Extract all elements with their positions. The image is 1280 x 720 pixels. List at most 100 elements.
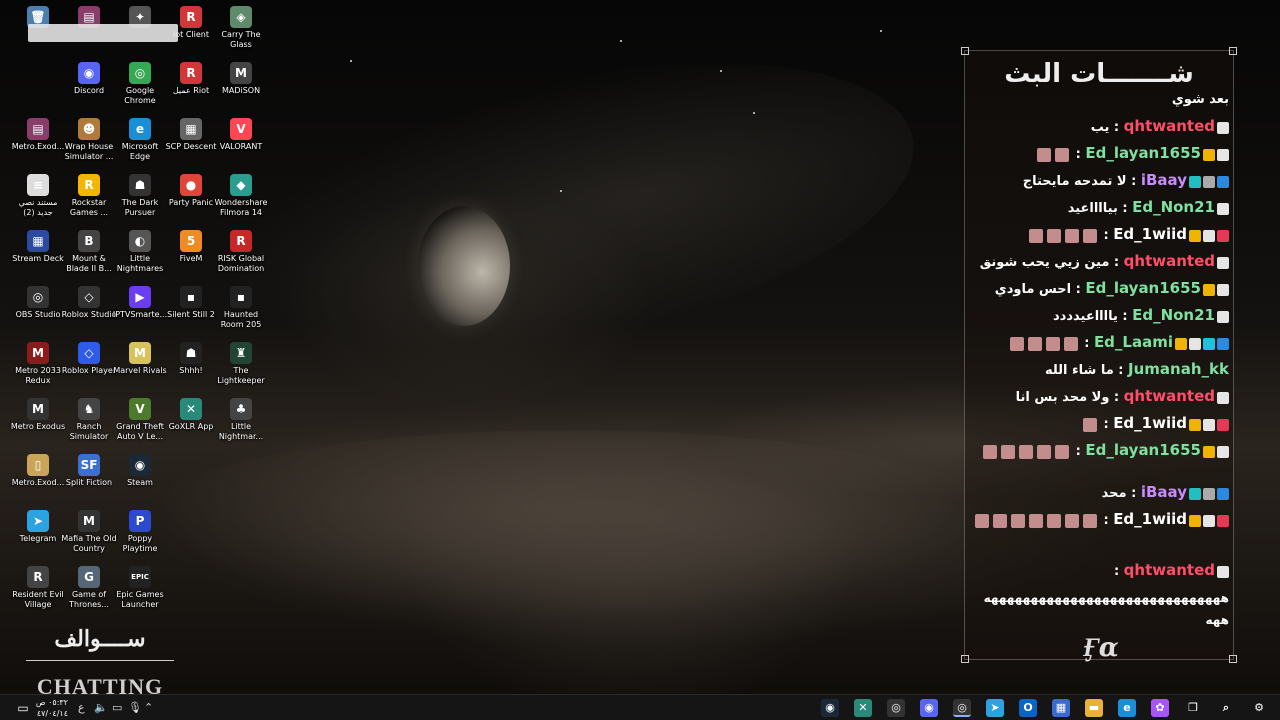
chat-badge-icon [1189,229,1201,242]
desktop-shortcut[interactable]: ◎ Google Chrome [112,62,168,106]
monitor-icon[interactable]: ▭ [112,701,122,715]
split-fiction-icon: SF [78,454,100,476]
desktop-shortcut[interactable]: V VALORANT [213,118,269,152]
chat-text: لا تمدحه مايحتاج [1022,174,1127,189]
desktop-shortcut[interactable]: ✕ GoXLR App [163,398,219,432]
chat-emote-icon [983,444,998,459]
desktop-shortcut[interactable]: e Microsoft Edge [112,118,168,162]
desktop-shortcut[interactable]: ◉ Steam [112,454,168,488]
chat-username[interactable]: qhtwanted [1124,117,1215,135]
desktop-shortcut[interactable]: M Marvel Rivals [112,342,168,376]
chat-username[interactable]: Ed_1wiid [1113,414,1187,432]
desktop-shortcut[interactable]: R عميل Riot [163,62,219,96]
chat-username[interactable]: Ed_Laami [1094,333,1173,351]
desktop-shortcut[interactable]: ◈ Carry The Glass [213,6,269,50]
chat-badge-icon [1217,487,1229,500]
goxlr-taskbar-icon[interactable]: ✕ [854,699,872,717]
goxlr-icon: ✕ [180,398,202,420]
desktop-shortcut-label: The Lightkeeper [217,366,265,385]
chevron-up-icon[interactable]: ⌃ [144,701,153,715]
desktop-shortcut-label: Metro.Exod... [11,478,65,487]
chrome-taskbar-icon[interactable]: ◎ [953,699,971,717]
notification-icon[interactable]: ▭ [14,699,32,717]
desktop-shortcut[interactable]: ▯ Metro.Exod... [10,454,66,488]
chat-username[interactable]: Ed_1wiid [1113,510,1187,528]
chat-message: Ed_1wiid : [973,414,1229,434]
telegram-icon: ➤ [27,510,49,532]
telegram-taskbar-icon[interactable]: ➤ [986,699,1004,717]
chat-username[interactable]: iBaay [1141,171,1187,189]
microphone-icon[interactable]: 🎙 [128,701,142,715]
desktop-shortcut[interactable]: ☗ The Dark Pursuer [112,174,168,218]
desktop-shortcut[interactable]: M MADiSON [213,62,269,96]
desktop-shortcut[interactable]: ▦ SCP Descent [163,118,219,152]
chat-username[interactable]: qhtwanted [1124,561,1215,579]
chat-username[interactable]: qhtwanted [1124,387,1215,405]
desktop-shortcut[interactable]: ≡ مستند نصي جديد (2) [10,174,66,218]
chat-username[interactable]: Jumanah_kk [1128,360,1229,378]
desktop-shortcut[interactable]: M Metro Exodus [10,398,66,432]
outlook-taskbar-icon[interactable]: O [1019,699,1037,717]
chat-username[interactable]: Ed_layan1655 [1085,144,1201,162]
taskbar-clock[interactable]: ٠٥:٣٢ ص ٤٧/٠٤/١٤ [34,697,68,719]
chat-username[interactable]: Ed_Non21 [1132,198,1215,216]
iptv-icon: ▶ [129,286,151,308]
desktop-shortcut[interactable]: ▶ IPTVSmarte... [112,286,168,320]
chat-username[interactable]: Ed_1wiid [1113,225,1187,243]
search-taskbar-icon[interactable]: ⌕ [1217,699,1235,717]
desktop-shortcut[interactable]: ☗ Shhh! [163,342,219,376]
desktop-shortcut[interactable]: G Game of Thrones... [61,566,117,610]
obs-taskbar-icon[interactable]: ◎ [887,699,905,717]
desktop-shortcut[interactable]: ◇ Roblox Studio [61,286,117,320]
desktop-shortcut[interactable]: ◉ Discord [61,62,117,96]
steam-taskbar-icon[interactable]: ◉ [821,699,839,717]
desktop-shortcut-label: VALORANT [219,142,263,151]
desktop-shortcut[interactable]: SF Split Fiction [61,454,117,488]
desktop-shortcut[interactable]: ▪ Haunted Room 205 [213,286,269,330]
desktop-shortcut[interactable]: ▪ Silent Still 2 [163,286,219,320]
file-explorer-taskbar-icon[interactable]: ▬ [1085,699,1103,717]
desktop-shortcut[interactable]: ▦ Stream Deck [10,230,66,264]
chat-emote-icon [1037,444,1052,459]
desktop-shortcut[interactable]: 5 FiveM [163,230,219,264]
widgets-taskbar-icon[interactable]: ⚙ [1250,699,1268,717]
desktop-shortcut[interactable]: B Mount & Blade II B... [61,230,117,274]
desktop-shortcut[interactable]: ♞ Ranch Simulator [61,398,117,442]
desktop-shortcut[interactable]: ◇ Roblox Player [61,342,117,376]
desktop-shortcut[interactable]: ◎ OBS Studio [10,286,66,320]
desktop-shortcut[interactable]: M Mafia The Old Country [61,510,117,554]
desktop-shortcut[interactable]: R Rockstar Games ... [61,174,117,218]
chat-username[interactable]: iBaay [1141,483,1187,501]
clock-time: ٠٥:٣٢ ص [35,698,68,707]
desktop-shortcut[interactable]: ● Party Panic [163,174,219,208]
chat-username[interactable]: qhtwanted [1124,252,1215,270]
edge-taskbar-icon[interactable]: e [1118,699,1136,717]
chat-username[interactable]: Ed_Non21 [1132,306,1215,324]
chat-username[interactable]: Ed_layan1655 [1085,441,1201,459]
desktop-shortcut[interactable]: ➤ Telegram [10,510,66,544]
wrap-house-icon: ☻ [78,118,100,140]
desktop-shortcut[interactable]: P Poppy Playtime [112,510,168,554]
desktop-shortcut[interactable]: V Grand Theft Auto V Le... [112,398,168,442]
discord-taskbar-icon[interactable]: ◉ [920,699,938,717]
store-taskbar-icon[interactable]: ▦ [1052,699,1070,717]
desktop-shortcut-label: Game of Thrones... [69,590,109,609]
desktop-shortcut[interactable]: ▤ Metro.Exod... [10,118,66,152]
desktop-shortcut[interactable]: ♜ The Lightkeeper [213,342,269,386]
desktop-shortcut[interactable]: EPIC Epic Games Launcher [112,566,168,610]
desktop-shortcut[interactable]: ◆ Wondershare Filmora 14 [213,174,269,218]
desktop-shortcut[interactable]: M Metro 2033 Redux [10,342,66,386]
desktop-shortcut[interactable]: ◐ Little Nightmares [112,230,168,274]
volume-icon[interactable]: 🔈 [94,701,108,715]
desktop-shortcut-label: Wondershare Filmora 14 [214,198,268,217]
language-indicator[interactable]: ع [78,701,85,715]
stream-deck-icon: ▦ [27,230,49,252]
desktop-shortcut[interactable]: R RISK Global Domination [213,230,269,274]
desktop-shortcut[interactable]: ♣ Little Nightmar... [213,398,269,442]
copilot-taskbar-icon[interactable]: ✿ [1151,699,1169,717]
desktop-shortcut-label: Marvel Rivals [113,366,167,375]
chat-username[interactable]: Ed_layan1655 [1085,279,1201,297]
desktop-shortcut[interactable]: R Resident Evil Village [10,566,66,610]
task-view-taskbar-icon[interactable]: ❐ [1184,699,1202,717]
desktop-shortcut[interactable]: ☻ Wrap House Simulator ... [61,118,117,162]
